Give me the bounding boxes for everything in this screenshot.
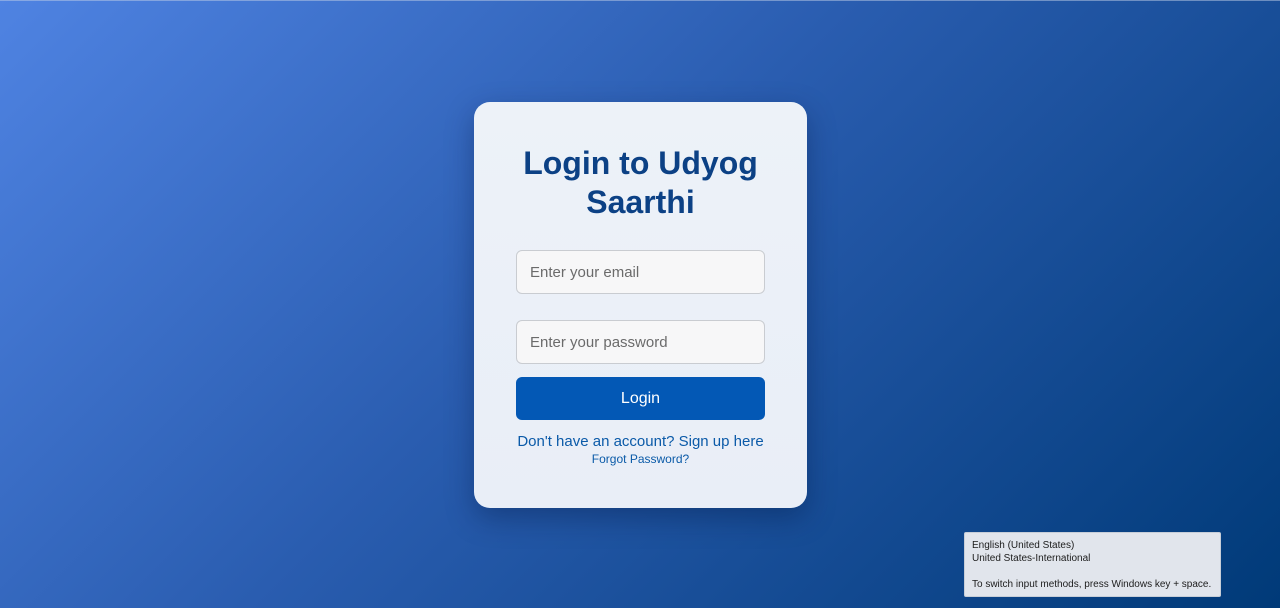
login-button[interactable]: Login [516, 377, 765, 420]
email-input[interactable] [516, 250, 765, 294]
window-top-border [0, 0, 1280, 1]
login-card: Login to Udyog Saarthi Login Don't have … [474, 102, 807, 508]
switch-input-hint: To switch input methods, press Windows k… [972, 579, 1212, 590]
page-title: Login to Udyog Saarthi [523, 145, 758, 220]
input-method-tooltip: English (United States) United States-In… [964, 532, 1221, 597]
signup-link[interactable]: Don't have an account? Sign up here [474, 433, 807, 451]
forgot-password-link[interactable]: Forgot Password? [474, 452, 807, 466]
keyboard-layout-label: United States-International [972, 553, 1091, 564]
input-language-label: English (United States) [972, 540, 1075, 551]
password-input[interactable] [516, 320, 765, 364]
